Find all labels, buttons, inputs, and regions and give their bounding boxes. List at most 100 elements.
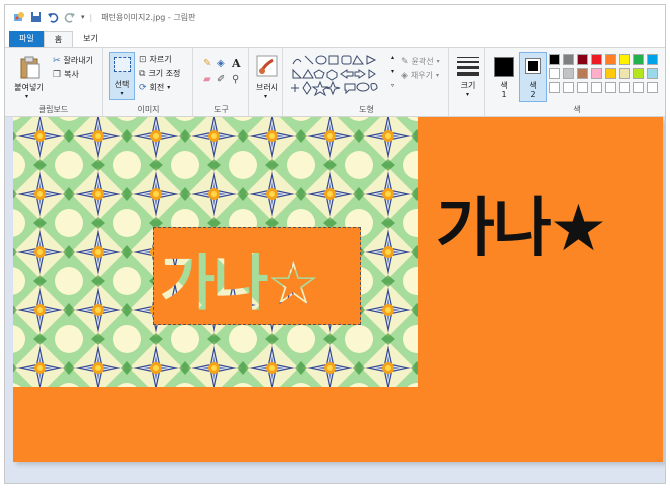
shapes-scroll-up-icon[interactable]: ▴	[391, 54, 394, 61]
color2-swatch	[525, 58, 541, 74]
selection-text: 가나☆	[160, 249, 318, 319]
shapes-group: ▴ ▾ ▿ ✎ 윤곽선 ▾ ◈ 채우기 ▾ 도형	[285, 48, 449, 118]
palette-swatch-empty[interactable]	[647, 82, 658, 93]
paste-dropdown-icon[interactable]: ▾	[25, 93, 28, 100]
paint-app-icon	[14, 12, 24, 21]
outline-button[interactable]: ✎ 윤곽선 ▾	[401, 56, 440, 67]
text-tool-icon[interactable]: A	[232, 57, 241, 70]
selection-text-cutout: 가나☆	[160, 249, 320, 319]
copy-label: 복사	[64, 70, 79, 79]
brushes-dropdown-icon[interactable]: ▾	[264, 93, 267, 100]
palette-swatch-empty[interactable]	[549, 82, 560, 93]
fill-button[interactable]: ◈ 채우기 ▾	[401, 70, 439, 81]
colors-group-label: 색	[573, 105, 581, 114]
palette-swatch[interactable]	[633, 54, 644, 65]
tools-group-label: 도구	[214, 105, 229, 114]
paint-window: ▾ | 패턴용이미지2.jpg - 그림판 파일 홈 보기 붙여넣기 ▾ ✂ 잘…	[4, 4, 666, 484]
color1-label: 색 1	[500, 81, 508, 99]
outline-dropdown-icon: ▾	[436, 58, 440, 65]
canvas-big-text: 가나★	[436, 192, 607, 266]
magnifier-icon[interactable]: ⚲	[232, 74, 239, 85]
palette-swatch[interactable]	[633, 68, 644, 79]
undo-icon[interactable]	[47, 11, 59, 23]
line-size-icon[interactable]	[457, 56, 479, 76]
shapes-scroll-down-icon[interactable]: ▾	[391, 68, 394, 75]
rotate-label: 회전	[149, 83, 165, 92]
palette-swatch[interactable]	[605, 54, 616, 65]
palette-swatch[interactable]	[577, 54, 588, 65]
pencil-icon[interactable]: ✎	[203, 58, 211, 69]
paste-button[interactable]: 붙여넣기	[9, 82, 49, 93]
resize-button[interactable]: ⧉ 크기 조정	[139, 68, 180, 79]
cut-label: 잘라내기	[63, 56, 93, 65]
brushes-label[interactable]: 브러시	[251, 82, 283, 93]
ribbon: 붙여넣기 ▾ ✂ 잘라내기 ❐ 복사 클립보드 선택 ▾ ⊡ 자르기 ⧉ 크기 …	[5, 47, 665, 118]
palette-swatch-empty[interactable]	[563, 82, 574, 93]
window-title: 패턴용이미지2.jpg - 그림판	[101, 12, 196, 22]
palette-swatch[interactable]	[591, 68, 602, 79]
palette-swatch-empty[interactable]	[591, 82, 602, 93]
palette-swatch[interactable]	[619, 54, 630, 65]
clipboard-group-label: 클립보드	[38, 105, 69, 114]
fill-bucket-icon[interactable]: ◈	[217, 58, 225, 69]
palette-swatch[interactable]	[591, 54, 602, 65]
palette-swatch[interactable]	[577, 68, 588, 79]
cut-button[interactable]: ✂ 잘라내기	[53, 55, 93, 66]
shapes-group-label: 도형	[359, 105, 374, 114]
palette-swatch[interactable]	[647, 68, 658, 79]
save-icon[interactable]	[30, 11, 42, 23]
tools-group: ✎ ◈ A ▰ ✐ ⚲ 도구	[195, 48, 249, 118]
outline-label: 윤곽선	[411, 57, 434, 66]
image-group-label: 이미지	[137, 105, 160, 114]
select-dropdown-icon: ▾	[120, 90, 124, 97]
color2-button[interactable]: 색 2	[519, 52, 547, 102]
select-rect-icon	[114, 57, 131, 72]
palette-swatch[interactable]	[605, 68, 616, 79]
tab-view[interactable]: 보기	[73, 31, 108, 47]
fill-dropdown-icon: ▾	[436, 72, 440, 79]
palette-swatch-empty[interactable]	[633, 82, 644, 93]
palette-swatch[interactable]	[563, 68, 574, 79]
palette-swatch-empty[interactable]	[605, 82, 616, 93]
color2-label: 색 2	[529, 81, 537, 99]
fill-icon: ◈	[401, 70, 408, 81]
palette-swatch[interactable]	[549, 68, 560, 79]
scissors-icon: ✂	[53, 55, 61, 66]
size-label[interactable]: 크기	[451, 80, 485, 91]
paste-icon[interactable]	[19, 56, 41, 80]
size-dropdown-icon[interactable]: ▾	[466, 91, 469, 98]
select-button[interactable]: 선택 ▾	[109, 52, 135, 100]
crop-label: 자르기	[149, 55, 172, 64]
ribbon-tabs: 파일 홈 보기	[5, 31, 665, 47]
palette-swatch[interactable]	[647, 54, 658, 65]
palette-swatch-empty[interactable]	[577, 82, 588, 93]
color1-button[interactable]: 색 1	[491, 54, 517, 102]
tab-file[interactable]: 파일	[9, 31, 44, 47]
outline-icon: ✎	[401, 56, 409, 67]
color-picker-icon[interactable]: ✐	[217, 74, 225, 85]
crop-icon: ⊡	[139, 54, 147, 65]
shapes-gallery[interactable]	[291, 54, 391, 98]
customize-quick-access-icon[interactable]: ▾	[81, 13, 85, 21]
palette-swatch[interactable]	[619, 68, 630, 79]
tab-home[interactable]: 홈	[43, 31, 74, 47]
brush-icon[interactable]	[255, 54, 279, 78]
eraser-icon[interactable]: ▰	[203, 74, 211, 85]
fill-label: 채우기	[410, 71, 434, 80]
title-bar: ▾ | 패턴용이미지2.jpg - 그림판	[5, 5, 665, 29]
title-divider: |	[89, 12, 93, 22]
drawing-canvas[interactable]: 가나☆ 가나★	[13, 117, 663, 462]
size-group: 크기 ▾	[451, 48, 485, 118]
palette-swatch-empty[interactable]	[619, 82, 630, 93]
clipboard-group: 붙여넣기 ▾ ✂ 잘라내기 ❐ 복사 클립보드	[5, 48, 103, 118]
color1-swatch	[494, 57, 514, 77]
shape-icons[interactable]	[291, 54, 391, 98]
rotate-button[interactable]: ⟳ 회전 ▾	[139, 82, 170, 93]
palette-swatch[interactable]	[563, 54, 574, 65]
redo-icon[interactable]	[64, 11, 76, 23]
palette-swatch[interactable]	[549, 54, 560, 65]
crop-button[interactable]: ⊡ 자르기	[139, 54, 172, 65]
selection-box[interactable]: 가나☆	[153, 227, 361, 325]
shapes-more-icon[interactable]: ▿	[391, 82, 394, 89]
copy-button[interactable]: ❐ 복사	[53, 69, 79, 80]
